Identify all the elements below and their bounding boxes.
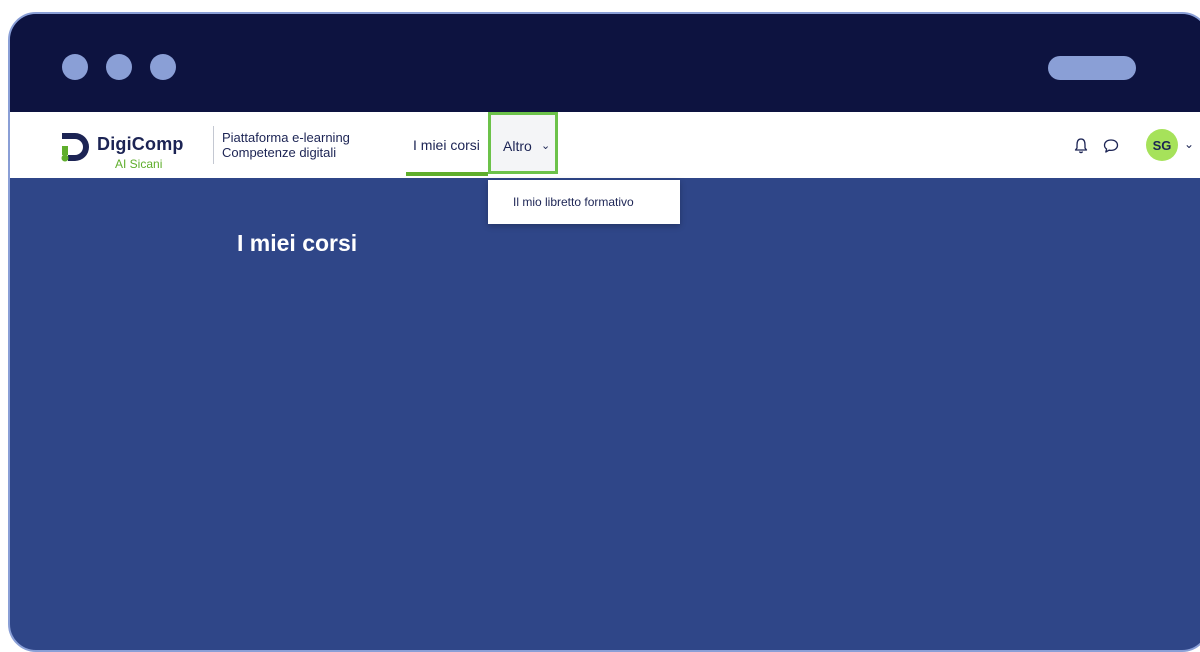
window-control-dot[interactable]	[106, 54, 132, 80]
user-avatar[interactable]: SG	[1146, 129, 1178, 161]
brand-subtitle: AI Sicani	[115, 157, 163, 171]
window-control-dot[interactable]	[150, 54, 176, 80]
dropdown-item-libretto-formativo[interactable]: Il mio libretto formativo	[513, 195, 634, 209]
nav-item-altro[interactable]: Altro ⌄	[488, 112, 558, 174]
page-title: I miei corsi	[237, 230, 358, 256]
user-menu-chevron-icon[interactable]: ⌄	[1184, 137, 1194, 151]
window-titlebar	[10, 14, 1200, 112]
altro-label: Altro	[503, 138, 532, 154]
chat-icon[interactable]	[1102, 137, 1120, 155]
browser-window: DigiComp AI Sicani Piattaforma e-learnin…	[8, 12, 1200, 652]
window-pill-control	[1048, 56, 1136, 80]
tagline-line-1: Piattaforma e-learning	[222, 130, 350, 145]
digicomp-logo-icon	[61, 133, 89, 162]
header-divider	[213, 126, 214, 164]
altro-dropdown-menu: Il mio libretto formativo	[488, 180, 680, 224]
chevron-down-icon: ⌄	[541, 140, 551, 152]
bell-icon[interactable]	[1072, 137, 1090, 155]
platform-tagline: Piattaforma e-learning Competenze digita…	[222, 130, 350, 160]
brand-name: DigiComp	[97, 134, 184, 154]
top-navbar: DigiComp AI Sicani Piattaforma e-learnin…	[10, 112, 1200, 178]
tagline-line-2: Competenze digitali	[222, 145, 337, 160]
active-nav-indicator	[406, 172, 488, 176]
window-control-dot[interactable]	[62, 54, 88, 80]
nav-item-i-miei-corsi[interactable]: I miei corsi	[413, 137, 480, 153]
